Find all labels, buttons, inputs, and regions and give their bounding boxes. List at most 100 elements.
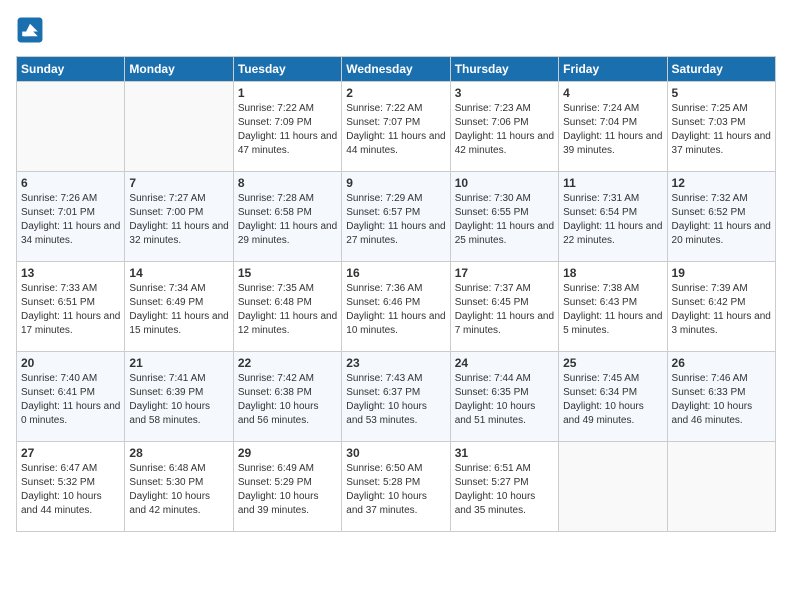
calendar-week-4: 20Sunrise: 7:40 AM Sunset: 6:41 PM Dayli… [17,352,776,442]
day-number: 17 [455,266,554,280]
calendar-cell: 15Sunrise: 7:35 AM Sunset: 6:48 PM Dayli… [233,262,341,352]
day-info: Sunrise: 7:37 AM Sunset: 6:45 PM Dayligh… [455,282,554,338]
day-number: 6 [21,176,120,190]
calendar-cell: 11 Sunrise: 7:31 AM Sunset: 6:54 PM Dayli… [559,172,667,262]
day-info: Sunrise: 7:28 AM Sunset: 6:58 PM Dayligh… [238,192,337,248]
day-number: 8 [238,176,337,190]
calendar-cell: 4 Sunrise: 7:24 AM Sunset: 7:04 PM Daylig… [559,82,667,172]
logo [16,16,48,44]
calendar-cell: 31Sunrise: 6:51 AM Sunset: 5:27 PM Dayli… [450,442,558,532]
day-info: Sunrise: 6:49 AM Sunset: 5:29 PM Dayligh… [238,462,337,518]
day-number: 26 [672,356,771,370]
calendar-cell: 3Sunrise: 7:23 AM Sunset: 7:06 PM Daylig… [450,82,558,172]
day-number: 28 [129,446,228,460]
weekday-header-friday: Friday [559,57,667,82]
calendar-table: SundayMondayTuesdayWednesdayThursdayFrid… [16,56,776,532]
calendar-cell: 10 Sunrise: 7:30 AM Sunset: 6:55 PM Dayli… [450,172,558,262]
calendar-cell: 30Sunrise: 6:50 AM Sunset: 5:28 PM Dayli… [342,442,450,532]
day-number: 4 [563,86,662,100]
calendar-cell: 28 Sunrise: 6:48 AM Sunset: 5:30 PM Dayli… [125,442,233,532]
day-number: 5 [672,86,771,100]
calendar-cell: 7Sunrise: 7:27 AM Sunset: 7:00 PM Daylig… [125,172,233,262]
calendar-cell: 2 Sunrise: 7:22 AM Sunset: 7:07 PM Daylig… [342,82,450,172]
day-number: 12 [672,176,771,190]
day-info: Sunrise: 7:30 AM Sunset: 6:55 PM Dayligh… [455,192,554,248]
calendar-cell: 8 Sunrise: 7:28 AM Sunset: 6:58 PM Daylig… [233,172,341,262]
calendar-cell: 17 Sunrise: 7:37 AM Sunset: 6:45 PM Dayli… [450,262,558,352]
day-info: Sunrise: 6:48 AM Sunset: 5:30 PM Dayligh… [129,462,228,518]
calendar-cell: 27 Sunrise: 6:47 AM Sunset: 5:32 PM Dayli… [17,442,125,532]
day-number: 10 [455,176,554,190]
day-number: 31 [455,446,554,460]
calendar-cell: 13 Sunrise: 7:33 AM Sunset: 6:51 PM Dayli… [17,262,125,352]
calendar-cell: 6 Sunrise: 7:26 AM Sunset: 7:01 PM Daylig… [17,172,125,262]
day-info: Sunrise: 6:50 AM Sunset: 5:28 PM Dayligh… [346,462,445,518]
calendar-cell [667,442,775,532]
calendar-cell: 22 Sunrise: 7:42 AM Sunset: 6:38 PM Dayli… [233,352,341,442]
day-number: 15 [238,266,337,280]
day-info: Sunrise: 7:23 AM Sunset: 7:06 PM Dayligh… [455,102,554,158]
calendar-cell: 18 Sunrise: 7:38 AM Sunset: 6:43 PM Dayli… [559,262,667,352]
day-info: Sunrise: 7:43 AM Sunset: 6:37 PM Dayligh… [346,372,445,428]
day-info: Sunrise: 7:27 AM Sunset: 7:00 PM Dayligh… [129,192,228,248]
day-number: 23 [346,356,445,370]
day-info: Sunrise: 7:36 AM Sunset: 6:46 PM Dayligh… [346,282,445,338]
day-info: Sunrise: 7:31 AM Sunset: 6:54 PM Dayligh… [563,192,662,248]
day-info: Sunrise: 7:38 AM Sunset: 6:43 PM Dayligh… [563,282,662,338]
day-number: 13 [21,266,120,280]
day-info: Sunrise: 7:22 AM Sunset: 7:09 PM Dayligh… [238,102,337,158]
day-info: Sunrise: 7:25 AM Sunset: 7:03 PM Dayligh… [672,102,771,158]
day-number: 27 [21,446,120,460]
calendar-week-3: 13 Sunrise: 7:33 AM Sunset: 6:51 PM Dayli… [17,262,776,352]
day-number: 14 [129,266,228,280]
day-number: 21 [129,356,228,370]
weekday-header-row: SundayMondayTuesdayWednesdayThursdayFrid… [17,57,776,82]
day-info: Sunrise: 7:32 AM Sunset: 6:52 PM Dayligh… [672,192,771,248]
calendar-cell: 19 Sunrise: 7:39 AM Sunset: 6:42 PM Dayli… [667,262,775,352]
day-number: 19 [672,266,771,280]
calendar-cell [559,442,667,532]
day-number: 2 [346,86,445,100]
day-info: Sunrise: 7:46 AM Sunset: 6:33 PM Dayligh… [672,372,771,428]
weekday-header-monday: Monday [125,57,233,82]
day-info: Sunrise: 6:47 AM Sunset: 5:32 PM Dayligh… [21,462,120,518]
day-number: 20 [21,356,120,370]
calendar-cell: 9 Sunrise: 7:29 AM Sunset: 6:57 PM Daylig… [342,172,450,262]
day-number: 29 [238,446,337,460]
day-info: Sunrise: 7:42 AM Sunset: 6:38 PM Dayligh… [238,372,337,428]
day-info: Sunrise: 7:26 AM Sunset: 7:01 PM Dayligh… [21,192,120,248]
page-container: SundayMondayTuesdayWednesdayThursdayFrid… [0,0,792,548]
day-info: Sunrise: 7:39 AM Sunset: 6:42 PM Dayligh… [672,282,771,338]
page-header [16,16,776,44]
calendar-cell: 24Sunrise: 7:44 AM Sunset: 6:35 PM Dayli… [450,352,558,442]
calendar-cell: 12 Sunrise: 7:32 AM Sunset: 6:52 PM Dayli… [667,172,775,262]
weekday-header-wednesday: Wednesday [342,57,450,82]
calendar-cell: 25Sunrise: 7:45 AM Sunset: 6:34 PM Dayli… [559,352,667,442]
calendar-cell: 26 Sunrise: 7:46 AM Sunset: 6:33 PM Dayli… [667,352,775,442]
day-number: 1 [238,86,337,100]
day-number: 9 [346,176,445,190]
logo-icon [16,16,44,44]
day-number: 22 [238,356,337,370]
day-info: Sunrise: 7:34 AM Sunset: 6:49 PM Dayligh… [129,282,228,338]
day-info: Sunrise: 7:41 AM Sunset: 6:39 PM Dayligh… [129,372,228,428]
day-info: Sunrise: 7:33 AM Sunset: 6:51 PM Dayligh… [21,282,120,338]
weekday-header-saturday: Saturday [667,57,775,82]
calendar-cell: 21 Sunrise: 7:41 AM Sunset: 6:39 PM Dayli… [125,352,233,442]
calendar-week-2: 6 Sunrise: 7:26 AM Sunset: 7:01 PM Daylig… [17,172,776,262]
day-info: Sunrise: 7:29 AM Sunset: 6:57 PM Dayligh… [346,192,445,248]
day-number: 24 [455,356,554,370]
day-info: Sunrise: 7:45 AM Sunset: 6:34 PM Dayligh… [563,372,662,428]
day-info: Sunrise: 7:24 AM Sunset: 7:04 PM Dayligh… [563,102,662,158]
calendar-week-5: 27 Sunrise: 6:47 AM Sunset: 5:32 PM Dayli… [17,442,776,532]
weekday-header-sunday: Sunday [17,57,125,82]
weekday-header-thursday: Thursday [450,57,558,82]
day-info: Sunrise: 7:22 AM Sunset: 7:07 PM Dayligh… [346,102,445,158]
day-number: 16 [346,266,445,280]
calendar-cell: 1 Sunrise: 7:22 AM Sunset: 7:09 PM Daylig… [233,82,341,172]
weekday-header-tuesday: Tuesday [233,57,341,82]
day-number: 11 [563,176,662,190]
day-number: 18 [563,266,662,280]
calendar-cell: 29 Sunrise: 6:49 AM Sunset: 5:29 PM Dayli… [233,442,341,532]
calendar-cell: 23 Sunrise: 7:43 AM Sunset: 6:37 PM Dayli… [342,352,450,442]
